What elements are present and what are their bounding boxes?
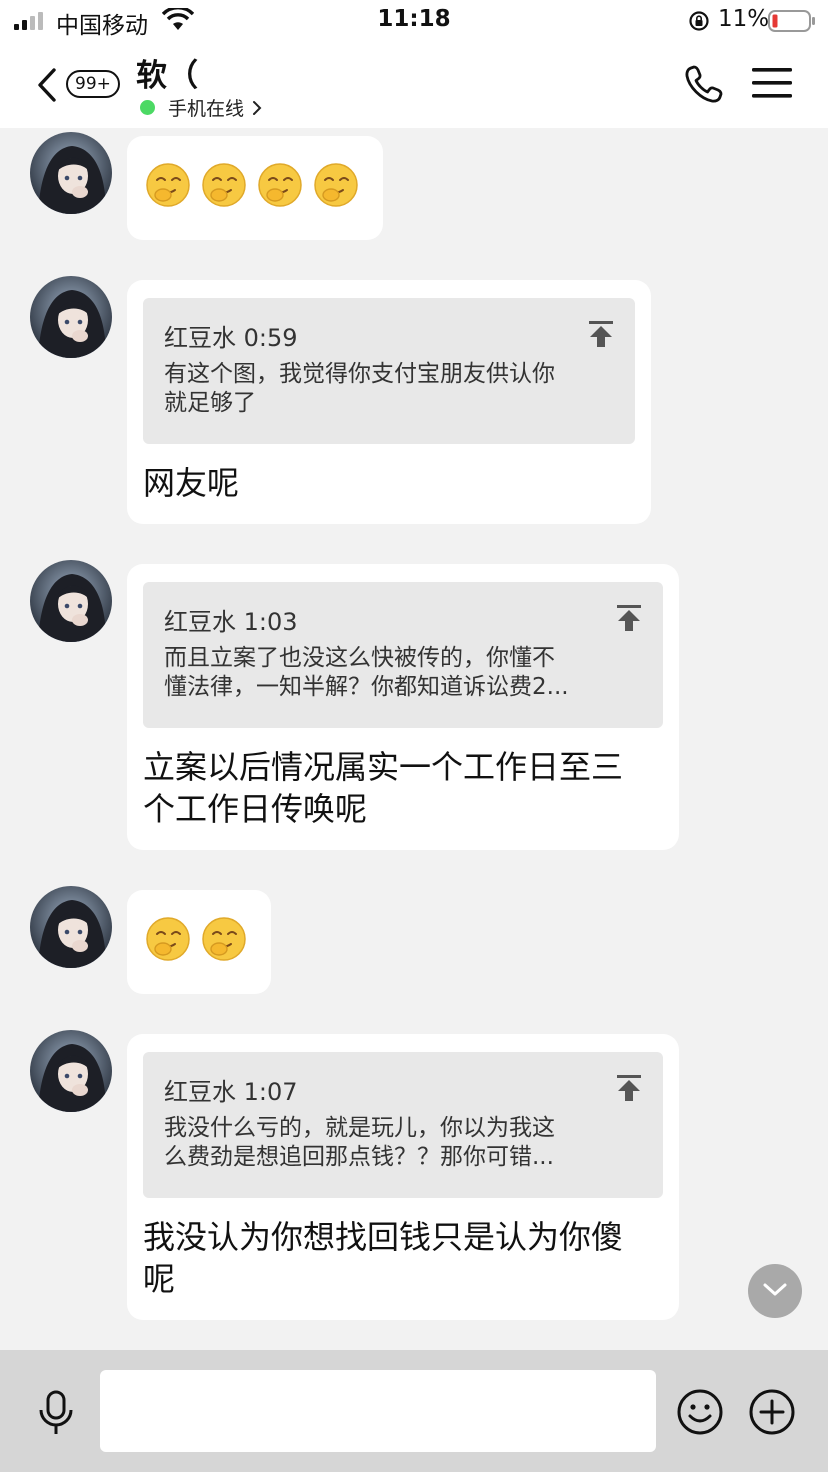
status-bar: 中国移动 11:18 11% [0, 0, 828, 42]
hamburger-menu-icon[interactable] [752, 66, 792, 100]
reply-text: 立案以后情况属实一个工作日至三 个工作日传唤呢 [143, 748, 624, 828]
chat-header: 99+ 软（ 手机在线 [0, 42, 828, 128]
message-bubble-reply[interactable]: 红豆水 1:07 我没什么亏的，就是玩儿，你以为我这 么费劲是想追回那点钱？？那… [127, 1034, 679, 1320]
contact-avatar[interactable] [30, 132, 112, 214]
chevron-left-icon[interactable] [36, 68, 58, 102]
online-status-label: 手机在线 [168, 98, 245, 120]
quoted-sender-time: 红豆水 1:03 [164, 608, 298, 636]
quoted-text: 我没什么亏的，就是玩儿，你以为我这 么费劲是想追回那点钱？？那你可错... [164, 1115, 555, 1170]
facepalm-emoji-icon [313, 162, 359, 208]
jump-to-top-icon[interactable] [587, 320, 615, 348]
smiley-icon[interactable] [676, 1388, 724, 1436]
online-status[interactable]: 手机在线 [140, 94, 262, 121]
jump-to-top-icon[interactable] [615, 1074, 643, 1102]
quoted-message[interactable]: 红豆水 0:59 有这个图，我觉得你支付宝朋友供认你 就足够了 [143, 298, 635, 444]
online-dot-icon [140, 100, 155, 115]
quoted-message[interactable]: 红豆水 1:07 我没什么亏的，就是玩儿，你以为我这 么费劲是想追回那点钱？？那… [143, 1052, 663, 1198]
contact-avatar[interactable] [30, 560, 112, 642]
input-bar [0, 1350, 828, 1472]
scroll-to-bottom-button[interactable] [748, 1264, 802, 1318]
facepalm-emoji-icon [145, 162, 191, 208]
message-bubble-emoji[interactable] [127, 136, 383, 240]
facepalm-emoji-icon [201, 162, 247, 208]
message-bubble-reply[interactable]: 红豆水 0:59 有这个图，我觉得你支付宝朋友供认你 就足够了 网友呢 [127, 280, 651, 524]
unread-count-badge[interactable]: 99+ [66, 70, 120, 98]
plus-circle-icon[interactable] [748, 1388, 796, 1436]
contact-name[interactable]: 软（ [136, 50, 198, 95]
chevron-right-icon [253, 100, 262, 115]
contact-avatar[interactable] [30, 886, 112, 968]
facepalm-emoji-icon [145, 916, 191, 962]
microphone-icon[interactable] [36, 1390, 76, 1436]
quoted-text: 而且立案了也没这么快被传的，你懂不 懂法律，一知半解？你都知道诉讼费2... [164, 645, 569, 700]
battery-percent: 11% [718, 6, 770, 32]
reply-text: 网友呢 [143, 464, 240, 502]
chevron-down-icon [763, 1283, 787, 1296]
quoted-text: 有这个图，我觉得你支付宝朋友供认你 就足够了 [164, 361, 555, 416]
message-bubble-reply[interactable]: 红豆水 1:03 而且立案了也没这么快被传的，你懂不 懂法律，一知半解？你都知道… [127, 564, 679, 850]
quoted-sender-time: 红豆水 0:59 [164, 324, 298, 352]
rotation-lock-icon [689, 11, 709, 31]
reply-text: 我没认为你想找回钱只是认为你傻 呢 [143, 1218, 624, 1298]
facepalm-emoji-icon [201, 916, 247, 962]
message-bubble-emoji[interactable] [127, 890, 271, 994]
message-input[interactable] [100, 1370, 656, 1452]
contact-avatar[interactable] [30, 276, 112, 358]
jump-to-top-icon[interactable] [615, 604, 643, 632]
battery-icon [768, 10, 815, 32]
quoted-message[interactable]: 红豆水 1:03 而且立案了也没这么快被传的，你懂不 懂法律，一知半解？你都知道… [143, 582, 663, 728]
phone-icon[interactable] [684, 64, 724, 104]
quoted-sender-time: 红豆水 1:07 [164, 1078, 298, 1106]
contact-avatar[interactable] [30, 1030, 112, 1112]
facepalm-emoji-icon [257, 162, 303, 208]
